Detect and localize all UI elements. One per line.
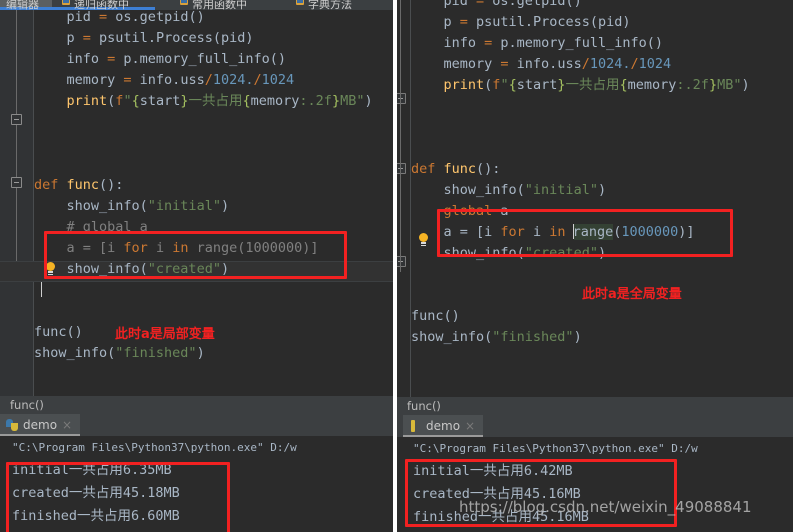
page-icon-3 bbox=[296, 0, 304, 5]
page-icon-2 bbox=[180, 0, 188, 5]
left-editor-gutter[interactable] bbox=[0, 10, 34, 396]
top-tab-label-1[interactable]: 递归函数中 bbox=[74, 0, 129, 10]
left-fold-marker-func[interactable] bbox=[11, 177, 22, 188]
console-output-line: created一共占用45.18MB bbox=[12, 485, 180, 501]
top-tab-label-2[interactable]: 常用函数中 bbox=[192, 0, 247, 10]
code-line: p = psutil.Process(pid) bbox=[411, 14, 631, 30]
right-code-lines[interactable]: pid = os.getpid() p = psutil.Process(pid… bbox=[411, 0, 750, 348]
right-fold-stem bbox=[400, 0, 401, 272]
left-breadcrumb[interactable]: func() bbox=[0, 396, 393, 414]
selected-token: range bbox=[572, 224, 614, 240]
right-annotation-text: 此时a是全局变量 bbox=[582, 287, 682, 302]
code-line: memory = info.uss/1024./1024 bbox=[411, 56, 672, 72]
right-run-toolwindow-tabs: demo × bbox=[397, 415, 793, 437]
left-fold-stem bbox=[16, 10, 17, 278]
code-line: pid = os.getpid() bbox=[34, 10, 205, 25]
python-file-icon bbox=[6, 419, 18, 431]
left-annotation-text: 此时a是局部变量 bbox=[115, 327, 215, 342]
right-fold-marker-bottom[interactable] bbox=[397, 256, 406, 267]
right-editor[interactable]: pid = os.getpid() p = psutil.Process(pid… bbox=[397, 0, 793, 397]
left-code-lines[interactable]: pid = os.getpid() p = psutil.Process(pid… bbox=[34, 10, 373, 364]
left-run-tab-label: demo bbox=[23, 418, 58, 432]
code-line: p = psutil.Process(pid) bbox=[34, 30, 254, 46]
top-tab-label-0[interactable]: 编辑器 bbox=[6, 0, 39, 10]
code-line: show_info("initial") bbox=[411, 182, 607, 198]
browser-tab-strip: 编辑器 递归函数中 常用函数中 字典方法 bbox=[0, 0, 393, 10]
console-output-line: initial一共占用6.35MB bbox=[12, 462, 172, 478]
top-tab-label-3[interactable]: 字典方法 bbox=[308, 0, 352, 10]
blog-watermark: https://blog.csdn.net/weixin_49088841 bbox=[459, 498, 752, 516]
code-line: show_info("finished") bbox=[34, 345, 205, 361]
code-line: a = [i for i in range(1000000)] bbox=[34, 240, 319, 256]
right-fold-marker-func[interactable] bbox=[397, 163, 406, 174]
code-line: def func(): bbox=[34, 177, 124, 193]
code-line: a = [i for i in range(1000000)] bbox=[411, 224, 695, 240]
code-line: show_info("created") bbox=[411, 245, 607, 261]
code-line: # global a bbox=[34, 219, 148, 235]
screenshot-root: 编辑器 递归函数中 常用函数中 字典方法 pid = os.getpid() p… bbox=[0, 0, 793, 532]
right-run-tab-demo[interactable]: demo × bbox=[403, 415, 484, 437]
console-command-line: "C:\Program Files\Python37\python.exe" D… bbox=[413, 442, 698, 455]
left-run-toolwindow-tabs: demo × bbox=[0, 414, 393, 436]
left-fold-marker-top[interactable] bbox=[11, 114, 22, 125]
console-command-line: "C:\Program Files\Python37\python.exe" D… bbox=[12, 441, 297, 454]
console-output-line: initial一共占用6.42MB bbox=[413, 463, 573, 479]
right-console-output[interactable]: "C:\Program Files\Python37\python.exe" D… bbox=[397, 437, 793, 532]
code-line: show_info("initial") bbox=[34, 198, 230, 214]
code-line: pid = os.getpid() bbox=[411, 0, 582, 9]
right-fold-marker-top[interactable] bbox=[397, 93, 406, 104]
python-file-icon bbox=[409, 420, 421, 432]
code-line: global a bbox=[443, 203, 509, 219]
left-run-tab-demo[interactable]: demo × bbox=[0, 414, 81, 436]
code-line: print(f"{start}一共占用{memory:.2f}MB") bbox=[66, 93, 373, 109]
page-icon-1 bbox=[62, 0, 70, 5]
left-screenshot-panel: pid = os.getpid() p = psutil.Process(pid… bbox=[0, 10, 393, 532]
right-run-tab-close-icon[interactable]: × bbox=[465, 419, 475, 433]
console-output-line: finished一共占用6.60MB bbox=[12, 508, 180, 524]
right-run-tab-label: demo bbox=[426, 419, 461, 433]
left-console-output[interactable]: "C:\Program Files\Python37\python.exe" D… bbox=[0, 436, 393, 532]
right-screenshot-panel: pid = os.getpid() p = psutil.Process(pid… bbox=[397, 0, 793, 532]
code-line: info = p.memory_full_info() bbox=[34, 51, 286, 67]
code-line: info = p.memory_full_info() bbox=[411, 35, 663, 51]
code-line: show_info("finished") bbox=[411, 329, 582, 345]
code-line: print(f"{start}一共占用{memory:.2f}MB") bbox=[443, 77, 750, 93]
code-line: func() bbox=[411, 308, 460, 324]
code-line bbox=[34, 280, 373, 301]
left-editor[interactable]: pid = os.getpid() p = psutil.Process(pid… bbox=[0, 10, 393, 396]
code-line: memory = info.uss/1024./1024 bbox=[34, 72, 295, 88]
code-line: show_info("created") bbox=[34, 261, 230, 277]
left-run-tab-close-icon[interactable]: × bbox=[62, 418, 72, 432]
right-breadcrumb[interactable]: func() bbox=[397, 397, 793, 415]
code-line: def func(): bbox=[411, 161, 501, 177]
